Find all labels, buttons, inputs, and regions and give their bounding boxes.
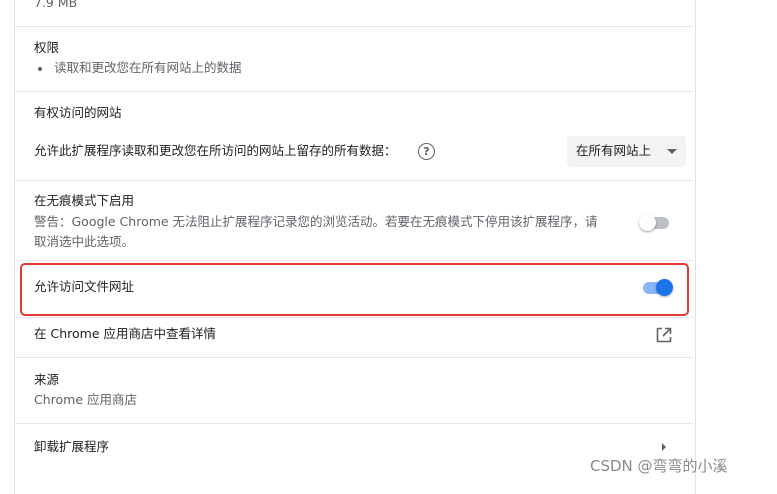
divider	[14, 317, 694, 318]
site-access-description: 允许此扩展程序读取和更改您在所访问的网站上留存的所有数据：	[34, 143, 397, 158]
store-link-label[interactable]: 在 Chrome 应用商店中查看详情	[34, 325, 216, 343]
divider	[14, 180, 694, 181]
dropdown-arrow-icon	[667, 149, 677, 154]
source-title: 来源	[34, 372, 60, 387]
site-access-select-value: 在所有网站上	[576, 143, 652, 158]
divider	[14, 423, 694, 424]
incognito-title: 在无痕模式下启用	[34, 193, 135, 208]
chevron-right-icon[interactable]	[659, 440, 669, 454]
toggle-knob	[639, 214, 656, 231]
open-in-new-icon[interactable]	[655, 326, 673, 344]
divider	[14, 357, 694, 358]
uninstall-label[interactable]: 卸载扩展程序	[34, 438, 109, 456]
divider	[14, 91, 694, 92]
incognito-warning-line1: 警告：Google Chrome 无法阻止扩展程序记录您的浏览活动。若要在无痕模…	[34, 214, 598, 229]
permissions-title: 权限	[34, 40, 60, 55]
bullet-dot	[38, 67, 42, 71]
permission-item: 读取和更改您在所有网站上的数据	[54, 60, 242, 75]
watermark-text: CSDN @弯弯的小溪	[590, 457, 728, 475]
toggle-knob	[656, 279, 673, 296]
divider	[14, 260, 694, 261]
file-urls-label: 允许访问文件网址	[34, 279, 135, 294]
incognito-toggle[interactable]	[639, 213, 671, 233]
help-circle-icon[interactable]: ?	[418, 143, 435, 160]
site-access-select[interactable]: 在所有网站上	[567, 136, 686, 167]
divider	[14, 26, 694, 27]
site-access-title: 有权访问的网站	[34, 105, 122, 120]
file-urls-toggle[interactable]	[641, 278, 673, 298]
size-value: 7.9 MB	[34, 0, 78, 10]
source-value: Chrome 应用商店	[34, 392, 138, 407]
incognito-warning-line2: 取消选中此选项。	[34, 234, 135, 249]
